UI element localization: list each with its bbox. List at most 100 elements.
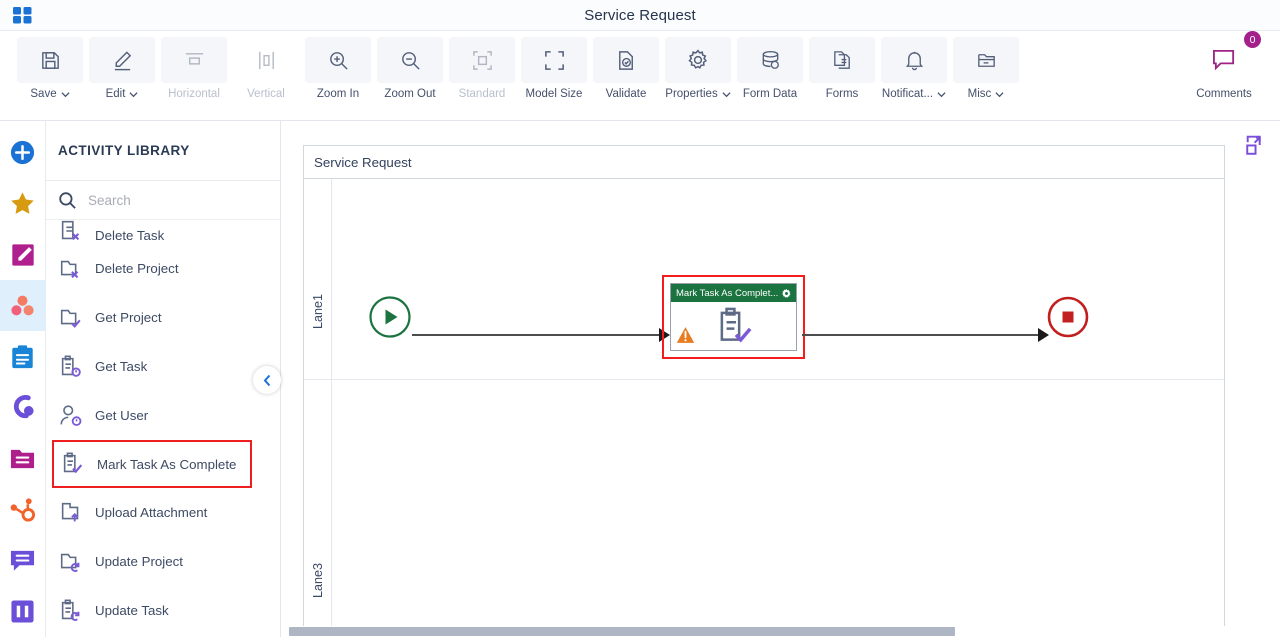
label-text: Notificat... (881, 88, 934, 100)
pool-header: Service Request (304, 146, 1224, 179)
diagram-canvas[interactable]: Service Request Lane1 Mark Task As Compl… (281, 121, 1280, 637)
toolbar-standard-button[interactable]: Standard (446, 37, 518, 100)
toolbar: Save Edit Horizontal Vertical Zoom In Zo… (0, 31, 1280, 121)
toolbar-edit-button[interactable]: Edit (86, 37, 158, 100)
toolbar-comments-label: Comments (1196, 88, 1252, 100)
lane-body[interactable] (332, 380, 1224, 630)
toolbar-zoom-out-button[interactable]: Zoom Out (374, 37, 446, 100)
label-text: Misc (967, 88, 992, 100)
end-event[interactable] (1046, 295, 1090, 344)
toolbar-zoom-in-button[interactable]: Zoom In (302, 37, 374, 100)
chevron-down-icon (937, 91, 946, 97)
asana-icon (13, 395, 34, 419)
toolbar-save-button[interactable]: Save (14, 37, 86, 100)
toolbar-edit-label: Edit (106, 88, 139, 100)
validate-icon (593, 37, 659, 83)
save-icon (17, 37, 83, 83)
rail-item-edit[interactable] (0, 229, 46, 280)
list-item-update-task[interactable]: Update Task (46, 586, 280, 635)
task-node-selection[interactable]: Mark Task As Complet... (662, 275, 805, 359)
lane-label-column: Lane3 (304, 380, 332, 630)
activity-library-search-row (46, 181, 280, 220)
update-task-icon (61, 599, 80, 621)
toolbar-model-size-button[interactable]: Model Size (518, 37, 590, 100)
get-user-icon (60, 404, 82, 426)
list-item-upload-attachment[interactable]: Upload Attachment (46, 488, 280, 537)
toolbar-vertical-button[interactable]: Vertical (230, 37, 302, 100)
list-item-get-task[interactable]: Get Task (46, 342, 280, 391)
chevron-left-icon (263, 374, 270, 386)
lane-body[interactable]: Mark Task As Complet... (332, 179, 1224, 379)
standard-size-icon (449, 37, 515, 83)
task-node[interactable]: Mark Task As Complet... (670, 283, 797, 351)
list-item-label: Get Project (95, 310, 162, 325)
delete-task-icon (61, 220, 80, 241)
rail-item-asana[interactable] (0, 382, 46, 433)
toolbar-misc-button[interactable]: Misc (950, 37, 1022, 100)
search-icon[interactable] (58, 191, 77, 210)
activity-library-panel: ACTIVITY LIBRARY Delete Task Delete Proj… (46, 121, 281, 637)
list-item-delete-project[interactable]: Delete Project (46, 244, 280, 293)
plus-circle-icon (10, 140, 35, 165)
activity-list[interactable]: Delete Task Delete Project Get Project G… (46, 220, 280, 637)
list-item-label: Update Task (95, 603, 169, 618)
rail-item-tasks[interactable] (0, 331, 46, 382)
rail-item-columns[interactable] (0, 586, 46, 637)
list-item-label: Upload Attachment (95, 505, 208, 520)
toolbar-validate-label: Validate (605, 88, 647, 100)
search-input[interactable] (88, 192, 248, 208)
rail-item-favorites[interactable] (0, 178, 46, 229)
start-event[interactable] (368, 295, 412, 344)
sequence-flow-1 (412, 334, 661, 336)
folder-icon (10, 449, 35, 469)
list-item-delete-task[interactable]: Delete Task (46, 220, 280, 244)
comment-icon: 0 (1191, 31, 1261, 83)
list-item-label: Update Project (95, 554, 183, 569)
activity-library-title: ACTIVITY LIBRARY (58, 143, 190, 158)
mark-task-complete-icon (63, 452, 83, 474)
hubspot-icon (10, 498, 36, 522)
star-icon (11, 192, 34, 214)
app-icon-rail (0, 121, 46, 637)
toolbar-validate-button[interactable]: Validate (590, 37, 662, 100)
toolbar-comments-button[interactable]: 0 Comments (1188, 31, 1261, 100)
toolbar-model-size-label: Model Size (525, 88, 583, 100)
lane-label: Lane3 (310, 563, 325, 599)
rail-item-hubspot[interactable] (0, 484, 46, 535)
collapse-panel-button[interactable] (253, 366, 281, 394)
task-node-header: Mark Task As Complet... (671, 284, 796, 302)
clipboard-icon (12, 344, 33, 368)
vertical-align-icon (233, 37, 299, 83)
label-text: Edit (105, 88, 126, 100)
delete-project-icon (60, 260, 79, 278)
scrollbar-thumb[interactable] (289, 627, 955, 636)
pool-title: Service Request (314, 154, 412, 170)
mark-task-complete-icon (714, 305, 758, 354)
canvas-horizontal-scrollbar[interactable] (285, 626, 1280, 637)
expand-canvas-button[interactable] (1244, 133, 1268, 162)
list-item-update-project[interactable]: Update Project (46, 537, 280, 586)
toolbar-horizontal-button[interactable]: Horizontal (158, 37, 230, 100)
toolbar-form-data-button[interactable]: Form Data (734, 37, 806, 100)
toolbar-forms-button[interactable]: Forms (806, 37, 878, 100)
comments-badge: 0 (1244, 31, 1261, 48)
zoom-out-icon (377, 37, 443, 83)
list-item-get-project[interactable]: Get Project (46, 293, 280, 342)
gear-icon[interactable] (781, 288, 792, 299)
toolbar-notifications-button[interactable]: Notificat... (878, 37, 950, 100)
columns-icon (11, 600, 34, 623)
chevron-down-icon (722, 91, 731, 97)
toolbar-horizontal-label: Horizontal (168, 88, 220, 100)
toolbar-properties-button[interactable]: Properties (662, 37, 734, 100)
rail-item-add[interactable] (0, 127, 46, 178)
rail-item-activities[interactable] (0, 280, 46, 331)
list-item-mark-task-as-complete[interactable]: Mark Task As Complete (52, 440, 252, 488)
edit-square-icon (11, 243, 34, 266)
edit-pencil-icon (89, 37, 155, 83)
rail-item-files[interactable] (0, 433, 46, 484)
list-item-get-user[interactable]: Get User (46, 391, 280, 440)
list-item-label: Mark Task As Complete (97, 456, 237, 472)
database-icon (737, 37, 803, 83)
title-bar: Service Request (0, 0, 1280, 31)
rail-item-messages[interactable] (0, 535, 46, 586)
